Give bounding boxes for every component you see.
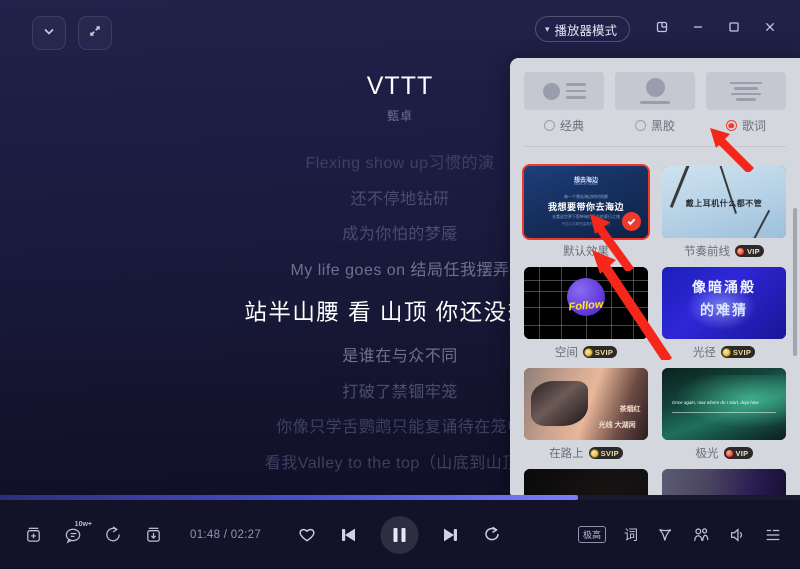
share-icon[interactable] bbox=[100, 522, 126, 548]
left-action-group: 10w+ 01:48 / 02:27 bbox=[20, 521, 262, 548]
title-bar: ▾ 播放器模式 bbox=[0, 0, 800, 58]
layout-label-lyrics: 歌词 bbox=[741, 119, 766, 133]
radio-vinyl[interactable] bbox=[634, 120, 646, 131]
panel-scrollbar[interactable] bbox=[793, 208, 797, 356]
repeat-mode-button[interactable] bbox=[483, 525, 503, 545]
art-text: 光线 大湖闲 bbox=[598, 421, 636, 429]
theme-label: 在路上 bbox=[549, 448, 584, 460]
theme-thumbnail: Follow bbox=[524, 267, 648, 339]
theme-label: 默认效果 bbox=[563, 246, 609, 258]
layout-option-vinyl[interactable]: 黑胶 bbox=[615, 72, 695, 134]
minimize-icon bbox=[691, 20, 705, 39]
art-text: 的难猜 bbox=[700, 302, 748, 319]
theme-thumbnail: 想去海边 BEACH SONG 每一个想去海边的时刻都 我想要带你去海边 去看这… bbox=[524, 166, 648, 238]
theme-thumbnail: 像暗涌般 的难猜 bbox=[662, 267, 786, 339]
add-to-playlist-icon[interactable] bbox=[20, 522, 46, 548]
window-controls: ▾ 播放器模式 bbox=[534, 14, 786, 44]
listen-together-icon[interactable] bbox=[692, 526, 710, 544]
layout-option-lyrics[interactable]: 歌词 bbox=[706, 72, 786, 134]
vip-badge: VIP bbox=[723, 447, 753, 459]
vip-badge: VIP bbox=[735, 245, 764, 257]
layout-selector: 经典 黑胶 歌词 bbox=[510, 58, 800, 147]
chevron-down-icon: ▾ bbox=[544, 23, 550, 34]
theme-card-on-the-road[interactable]: 茶烟红 光线 大湖闲 在路上 SVIP bbox=[524, 368, 648, 461]
lyrics-layout-thumb bbox=[706, 72, 786, 110]
mini-window-button[interactable] bbox=[646, 14, 678, 44]
theme-label: 极光 bbox=[695, 448, 719, 460]
minimize-button[interactable] bbox=[682, 14, 714, 44]
svip-badge: SVIP bbox=[582, 346, 618, 358]
comment-count: 10w+ bbox=[74, 520, 92, 528]
theme-thumbnail: Once again, now where do I start, deja h… bbox=[662, 368, 786, 440]
art-text: 戴上耳机什么都不管 bbox=[685, 198, 763, 208]
layout-label-vinyl: 黑胶 bbox=[650, 119, 675, 133]
theme-thumbnail bbox=[524, 469, 648, 495]
theme-card-space[interactable]: Follow 空间 SVIP bbox=[524, 267, 648, 360]
comment-icon[interactable]: 10w+ bbox=[60, 521, 92, 548]
player-control-bar: 10w+ 01:48 / 02:27 极高 词 bbox=[0, 500, 800, 569]
mini-window-icon bbox=[655, 20, 669, 39]
sound-effect-icon[interactable] bbox=[656, 526, 674, 544]
layout-label-classic: 经典 bbox=[559, 119, 584, 133]
radio-classic[interactable] bbox=[543, 120, 555, 131]
theme-label: 节奏前线 bbox=[684, 246, 730, 258]
player-mode-label: 播放器模式 bbox=[554, 23, 617, 38]
audio-quality-badge[interactable]: 极高 bbox=[577, 526, 606, 543]
theme-grid: 想去海边 BEACH SONG 每一个想去海边的时刻都 我想要带你去海边 去看这… bbox=[524, 166, 786, 495]
collapse-player-button[interactable] bbox=[32, 16, 66, 50]
svip-badge: SVIP bbox=[720, 346, 756, 358]
volume-icon[interactable] bbox=[728, 526, 746, 544]
expand-icon bbox=[87, 23, 103, 44]
pause-button[interactable] bbox=[380, 515, 419, 554]
maximize-icon bbox=[727, 20, 741, 39]
theme-card-light-path[interactable]: 像暗涌般 的难猜 光径 SVIP bbox=[662, 267, 786, 360]
theme-thumbnail bbox=[662, 469, 786, 495]
radio-lyrics[interactable] bbox=[725, 120, 737, 131]
previous-track-button[interactable] bbox=[339, 525, 359, 545]
classic-layout-thumb bbox=[524, 72, 604, 110]
theme-thumbnail: 茶烟红 光线 大湖闲 bbox=[524, 368, 648, 440]
theme-card-partial-purple[interactable] bbox=[662, 469, 786, 495]
chevron-down-icon bbox=[41, 23, 57, 44]
theme-label: 空间 bbox=[554, 347, 578, 359]
theme-label: 光径 bbox=[692, 347, 716, 359]
right-action-group: 极高 词 bbox=[577, 525, 782, 545]
layout-option-classic[interactable]: 经典 bbox=[524, 72, 604, 134]
theme-panel: 经典 黑胶 歌词 想去海边 BEACH SONG 每一个想去海边的时刻都 我想要… bbox=[510, 58, 800, 495]
favorite-icon[interactable] bbox=[298, 525, 317, 544]
art-text: BEACH SONG bbox=[574, 182, 598, 186]
playback-time: 01:48 / 02:27 bbox=[190, 528, 262, 541]
theme-grid-scroll[interactable]: 想去海边 BEACH SONG 每一个想去海边的时刻都 我想要带你去海边 去看这… bbox=[510, 156, 800, 495]
panel-divider bbox=[524, 146, 786, 147]
theme-card-rhythm-front[interactable]: 戴上耳机什么都不管 节奏前线 VIP bbox=[662, 166, 786, 259]
theme-card-partial-dark[interactable] bbox=[524, 469, 648, 495]
check-icon bbox=[622, 212, 641, 231]
art-text: 我想要带你去海边 bbox=[547, 202, 624, 212]
fullscreen-button[interactable] bbox=[78, 16, 112, 50]
transport-controls bbox=[298, 515, 503, 554]
theme-card-default[interactable]: 想去海边 BEACH SONG 每一个想去海边的时刻都 我想要带你去海边 去看这… bbox=[524, 166, 648, 259]
title-bar-left-controls bbox=[32, 16, 112, 50]
svip-badge: SVIP bbox=[588, 447, 623, 459]
maximize-button[interactable] bbox=[718, 14, 750, 44]
lyrics-icon[interactable]: 词 bbox=[624, 525, 638, 545]
download-icon[interactable] bbox=[140, 522, 166, 548]
close-icon bbox=[763, 20, 777, 39]
art-text: Once again, now where do I start, deja h… bbox=[671, 400, 777, 414]
theme-card-aurora[interactable]: Once again, now where do I start, deja h… bbox=[662, 368, 786, 461]
close-button[interactable] bbox=[754, 14, 786, 44]
player-mode-button[interactable]: ▾ 播放器模式 bbox=[534, 16, 630, 42]
vinyl-layout-thumb bbox=[615, 72, 695, 110]
next-track-button[interactable] bbox=[441, 525, 461, 545]
playlist-icon[interactable] bbox=[764, 526, 782, 544]
art-text: 茶烟红 bbox=[619, 406, 641, 413]
art-text: 像暗涌般 bbox=[692, 279, 756, 296]
theme-thumbnail: 戴上耳机什么都不管 bbox=[662, 166, 786, 238]
